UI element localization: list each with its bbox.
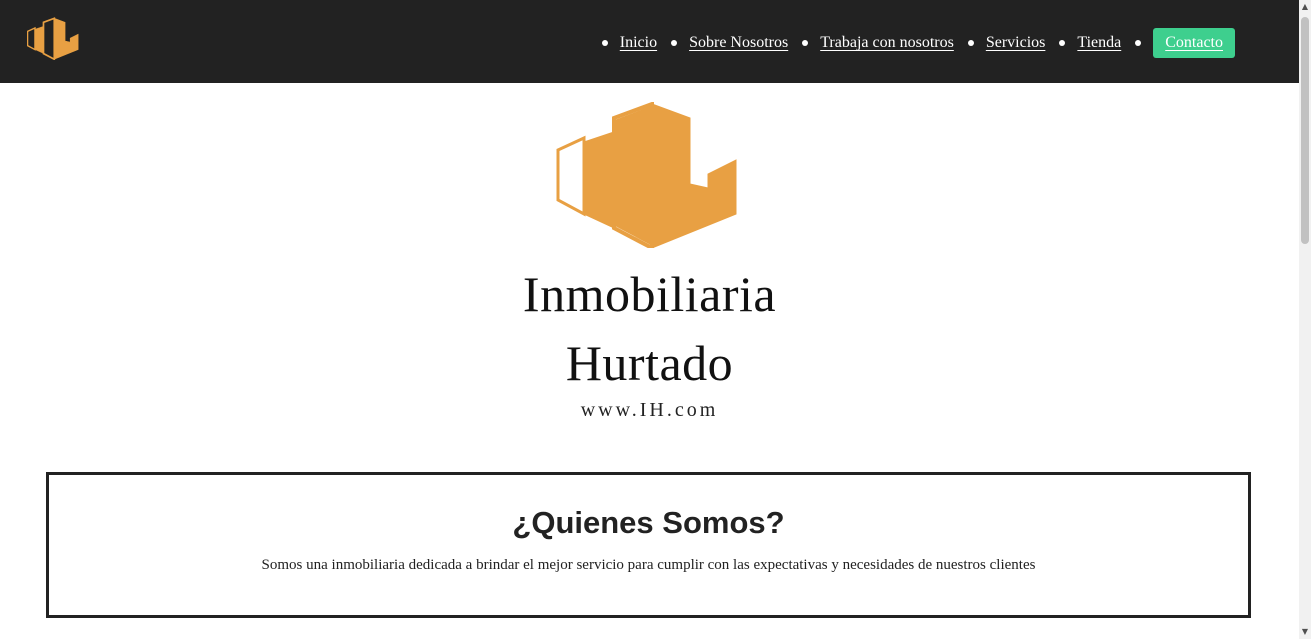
page: Inicio Sobre Nosotros Trabaja con nosotr… [0, 0, 1311, 639]
nav-item-tienda: Tienda [1059, 34, 1121, 52]
bullet-icon [601, 40, 608, 46]
contact-button[interactable]: Contacto [1153, 28, 1235, 58]
nav-link-sobre-nosotros[interactable]: Sobre Nosotros [689, 34, 788, 52]
nav-link-servicios[interactable]: Servicios [986, 34, 1046, 52]
buildings-logo-icon [556, 102, 737, 248]
brand-name-line-2: Hurtado [565, 335, 734, 391]
site-header: Inicio Sobre Nosotros Trabaja con nosotr… [0, 0, 1299, 83]
about-title: ¿Quienes Somos? [512, 505, 785, 540]
main-nav: Inicio Sobre Nosotros Trabaja con nosotr… [588, 27, 1235, 59]
scrollbar-thumb[interactable] [1301, 17, 1309, 244]
scroll-up-arrow-icon[interactable]: ▲ [1299, 0, 1311, 14]
nav-link-trabaja[interactable]: Trabaja con nosotros [820, 34, 954, 52]
about-section: ¿Quienes Somos? Somos una inmobiliaria d… [46, 472, 1251, 618]
nav-item-contacto: Contacto [1135, 28, 1235, 58]
nav-link-inicio[interactable]: Inicio [620, 34, 657, 52]
nav-item-inicio: Inicio [601, 34, 657, 52]
nav-item-trabaja: Trabaja con nosotros [802, 34, 954, 52]
about-text: Somos una inmobiliaria dedicada a brinda… [261, 557, 1036, 573]
bullet-icon [967, 40, 974, 46]
brand-name-line-1: Inmobiliaria [522, 266, 777, 322]
page-scrollbar[interactable]: ▲ ▼ [1299, 0, 1311, 639]
buildings-logo-icon[interactable] [27, 17, 79, 60]
brand-url: www.IH.com [580, 399, 719, 421]
nav-item-servicios: Servicios [967, 34, 1046, 52]
nav-link-tienda[interactable]: Tienda [1077, 34, 1121, 52]
bullet-icon [1135, 40, 1142, 46]
scroll-down-arrow-icon[interactable]: ▼ [1299, 625, 1311, 639]
bullet-icon [1059, 40, 1066, 46]
bullet-icon [671, 40, 678, 46]
bullet-icon [802, 40, 809, 46]
nav-item-sobre-nosotros: Sobre Nosotros [671, 34, 788, 52]
